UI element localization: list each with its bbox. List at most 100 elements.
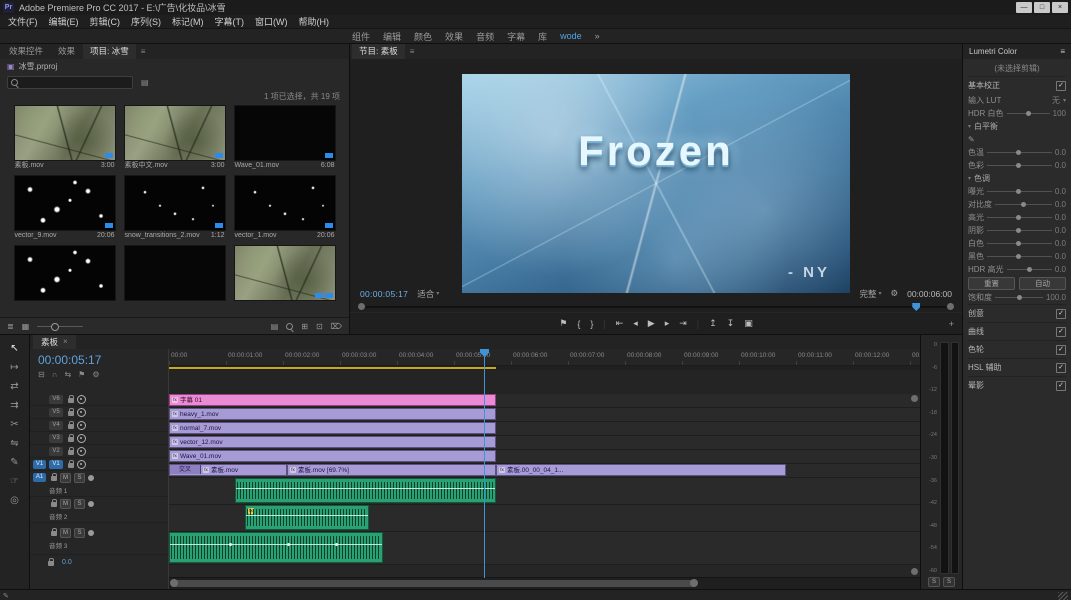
step-forward-button[interactable]: ▸ — [665, 318, 670, 329]
voiceover-record-icon[interactable] — [88, 474, 94, 481]
timeline-settings-icon[interactable]: ⚙ — [92, 370, 99, 379]
timeline-clip[interactable]: fx Wave_01.mov — [169, 450, 496, 462]
clip-thumbnail[interactable] — [233, 175, 336, 231]
monitor-seek-bar[interactable] — [358, 302, 954, 312]
source-patch-v1[interactable]: V1 — [33, 459, 46, 469]
project-item[interactable] — [13, 245, 116, 313]
menu-marker[interactable]: 标记(M) — [172, 15, 204, 28]
workspace-tab-custom[interactable]: wode — [560, 31, 582, 41]
add-marker-button[interactable]: ⚑ — [559, 318, 567, 329]
sequence-tab[interactable]: 素板 × — [33, 335, 76, 349]
row-value[interactable]: 100 — [1053, 109, 1066, 118]
zoom-tool[interactable]: ◎ — [10, 495, 19, 506]
white-balance-header[interactable]: ▾ 白平衡 — [968, 120, 1066, 133]
panel-menu-icon[interactable]: ≡ — [1060, 47, 1065, 56]
new-item-icon[interactable]: ⊡ — [316, 322, 323, 331]
menu-title[interactable]: 字幕(T) — [215, 15, 245, 28]
section-hsl-secondary[interactable]: HSL 辅助 ✓ — [968, 358, 1066, 376]
clip-thumbnail[interactable] — [123, 175, 226, 231]
timeline-clip[interactable]: 交叉 fx 素板.mov — [169, 464, 287, 476]
section-checkbox[interactable]: ✓ — [1056, 344, 1066, 355]
workspace-overflow-icon[interactable]: » — [595, 31, 600, 41]
clip-thumbnail[interactable] — [123, 245, 226, 301]
step-back-button[interactable]: ◂ — [633, 318, 638, 329]
timeline-clip[interactable]: fx heavy_1.mov — [169, 408, 496, 420]
workspace-tab-titles[interactable]: 字幕 — [507, 30, 525, 43]
row-value[interactable]: 0.0 — [1055, 161, 1066, 170]
slider-knob[interactable] — [1016, 241, 1022, 246]
solo-button[interactable]: S — [74, 498, 85, 509]
project-item[interactable]: vector_1.mov 20:06 — [233, 175, 336, 243]
ripple-edit-tool[interactable]: ⇄ — [10, 381, 18, 392]
section-checkbox[interactable]: ✓ — [1056, 326, 1066, 337]
pen-tool[interactable]: ✎ — [10, 457, 18, 468]
meter-solo-left[interactable]: S — [928, 577, 940, 587]
project-item[interactable]: Wave_01.mov 6:08 — [233, 105, 336, 173]
timeline-clip[interactable]: fx vector_12.mov — [169, 436, 496, 448]
export-frame-button[interactable]: ▣ — [744, 318, 753, 329]
project-item[interactable]: 素板.mov 3:00 — [13, 105, 116, 173]
timeline-ruler[interactable]: 00:00 00:00:01:00 00:00:02:00 00:00:03:0… — [169, 349, 920, 366]
input-lut-row[interactable]: 输入 LUT 无 ▾ — [968, 94, 1066, 107]
hdr-white-row[interactable]: HDR 白色 100 — [968, 107, 1066, 120]
mark-in-button[interactable]: { — [577, 319, 580, 329]
slider[interactable] — [1006, 111, 1050, 116]
toggle-track-output-eye-icon[interactable] — [77, 394, 86, 404]
tint-row[interactable]: 色彩 0.0 — [968, 159, 1066, 172]
mute-button[interactable]: M — [60, 527, 71, 538]
track-target-toggle[interactable]: V3 — [49, 433, 63, 443]
menu-file[interactable]: 文件(F) — [8, 15, 38, 28]
source-patch-a1[interactable]: A1 — [33, 473, 46, 482]
tab-effect-controls[interactable]: 效果控件 — [2, 44, 50, 59]
search-box[interactable] — [7, 76, 133, 89]
project-item[interactable]: snow_transitions_2.mov 1:12 — [123, 175, 226, 243]
clip-thumbnail[interactable] — [13, 105, 116, 161]
volume-rubber-band[interactable] — [236, 487, 495, 489]
track-lock-icon[interactable] — [68, 459, 74, 468]
timeline-clip[interactable]: fx 素板.mov [69.7%] — [287, 464, 496, 476]
row-value[interactable]: 0.0 — [1055, 148, 1066, 157]
section-creative[interactable]: 创意 ✓ — [968, 304, 1066, 322]
row-value[interactable]: 0.0 — [1055, 200, 1066, 209]
settings-wrench-icon[interactable]: ⚙ — [890, 288, 898, 299]
track-target-toggle[interactable]: V4 — [49, 420, 63, 430]
tab-effects[interactable]: 效果 — [51, 44, 82, 59]
play-button[interactable]: ▶ — [648, 318, 655, 329]
whites-row[interactable]: 白色 0.0 — [968, 237, 1066, 250]
menu-edit[interactable]: 编辑(E) — [49, 15, 79, 28]
search-input[interactable] — [21, 78, 129, 87]
new-bin-icon[interactable]: ⊞ — [301, 322, 308, 331]
slider-knob[interactable] — [1016, 295, 1022, 300]
row-value[interactable]: 0.0 — [1055, 213, 1066, 222]
row-value[interactable]: 0.0 — [1055, 226, 1066, 235]
slider[interactable] — [987, 254, 1052, 259]
auto-button[interactable]: 自动 — [1019, 277, 1066, 290]
media-browser-icon[interactable]: ▤ — [141, 78, 149, 87]
solo-button[interactable]: S — [74, 527, 85, 538]
track-lock-icon[interactable] — [68, 394, 74, 403]
slider[interactable] — [987, 150, 1052, 155]
row-value[interactable]: 0.0 — [1055, 252, 1066, 261]
audio-clip[interactable] — [235, 478, 496, 503]
slider[interactable] — [987, 163, 1052, 168]
track-target-toggle[interactable]: V2 — [49, 446, 63, 456]
cross-dissolve-transition[interactable]: 交叉 — [170, 465, 201, 474]
list-view-icon[interactable]: ≣ — [7, 322, 14, 331]
playback-resolution-dropdown[interactable]: 完整 ▾ — [859, 288, 881, 300]
linked-selection-icon[interactable]: ⇆ — [64, 370, 71, 379]
blacks-row[interactable]: 黑色 0.0 — [968, 250, 1066, 263]
row-value[interactable]: 无 — [1052, 95, 1060, 106]
section-curves[interactable]: 曲线 ✓ — [968, 322, 1066, 340]
highlights-row[interactable]: 高光 0.0 — [968, 211, 1066, 224]
timeline-clip[interactable]: fx 素板.00_00_04_1... — [496, 464, 786, 476]
current-timecode[interactable]: 00:00:05:17 — [360, 289, 408, 299]
slider[interactable] — [987, 215, 1052, 220]
seek-track[interactable] — [366, 306, 946, 308]
panel-menu-icon[interactable]: ≡ — [410, 47, 415, 56]
slider-knob[interactable] — [1016, 150, 1022, 155]
close-button[interactable]: × — [1052, 2, 1068, 13]
workspace-tab-audio[interactable]: 音频 — [476, 30, 494, 43]
clear-icon[interactable]: ⌦ — [331, 322, 342, 331]
nest-toggle-icon[interactable]: ⊟ — [38, 370, 45, 379]
razor-tool[interactable]: ✂ — [10, 419, 18, 430]
